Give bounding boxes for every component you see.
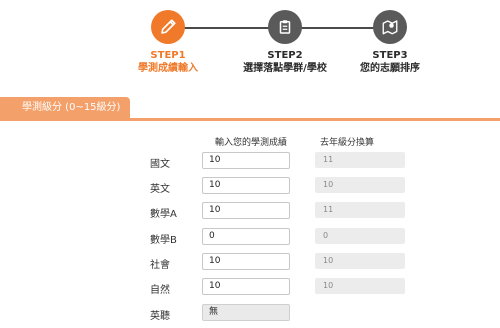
progress-stepper: STEP1 學測成績輸入 STEP2 選擇落點學群/學校 STEP3 您的志願排… bbox=[0, 0, 500, 90]
subject-label-english: 英文 bbox=[150, 184, 170, 195]
step-3-title: STEP3 bbox=[372, 50, 408, 61]
converted-score-social: 10 bbox=[315, 253, 405, 269]
converted-score-science: 10 bbox=[315, 278, 405, 294]
converted-score-math-a: 11 bbox=[315, 202, 405, 218]
subject-label-chinese: 國文 bbox=[150, 159, 170, 170]
score-input-english[interactable]: 10 bbox=[202, 177, 290, 194]
converted-score-chinese: 11 bbox=[315, 152, 405, 168]
subject-label-listening: 英聽 bbox=[150, 311, 170, 322]
pencil-icon bbox=[151, 10, 185, 44]
converted-score-math-b: 0 bbox=[315, 228, 405, 244]
subject-label-math-a: 數學A bbox=[150, 209, 177, 220]
section-divider bbox=[0, 118, 500, 121]
score-input-math-b[interactable]: 0 bbox=[202, 228, 290, 245]
section-tab-scores[interactable]: 學測級分 (0~15級分) bbox=[0, 97, 130, 118]
input-column-header: 輸入您的學測成績 bbox=[215, 138, 288, 148]
score-input-science[interactable]: 10 bbox=[202, 278, 290, 295]
score-input-chinese[interactable]: 10 bbox=[202, 152, 290, 169]
score-input-social[interactable]: 10 bbox=[202, 253, 290, 270]
step-3[interactable]: STEP3 您的志願排序 bbox=[320, 10, 460, 75]
subject-label-social: 社會 bbox=[150, 260, 170, 271]
subject-label-math-b: 數學B bbox=[150, 235, 177, 246]
step-3-subtitle: 您的志願排序 bbox=[360, 63, 420, 74]
page: STEP1 學測成績輸入 STEP2 選擇落點學群/學校 STEP3 您的志願排… bbox=[0, 0, 500, 328]
subject-label-science: 自然 bbox=[150, 285, 170, 296]
clipboard-icon bbox=[268, 10, 302, 44]
converted-score-english: 10 bbox=[315, 177, 405, 193]
converted-column-header: 去年級分換算 bbox=[320, 138, 375, 148]
map-pin-icon bbox=[373, 10, 407, 44]
score-select-listening[interactable]: 無 bbox=[202, 304, 290, 321]
score-input-math-a[interactable]: 10 bbox=[202, 202, 290, 219]
